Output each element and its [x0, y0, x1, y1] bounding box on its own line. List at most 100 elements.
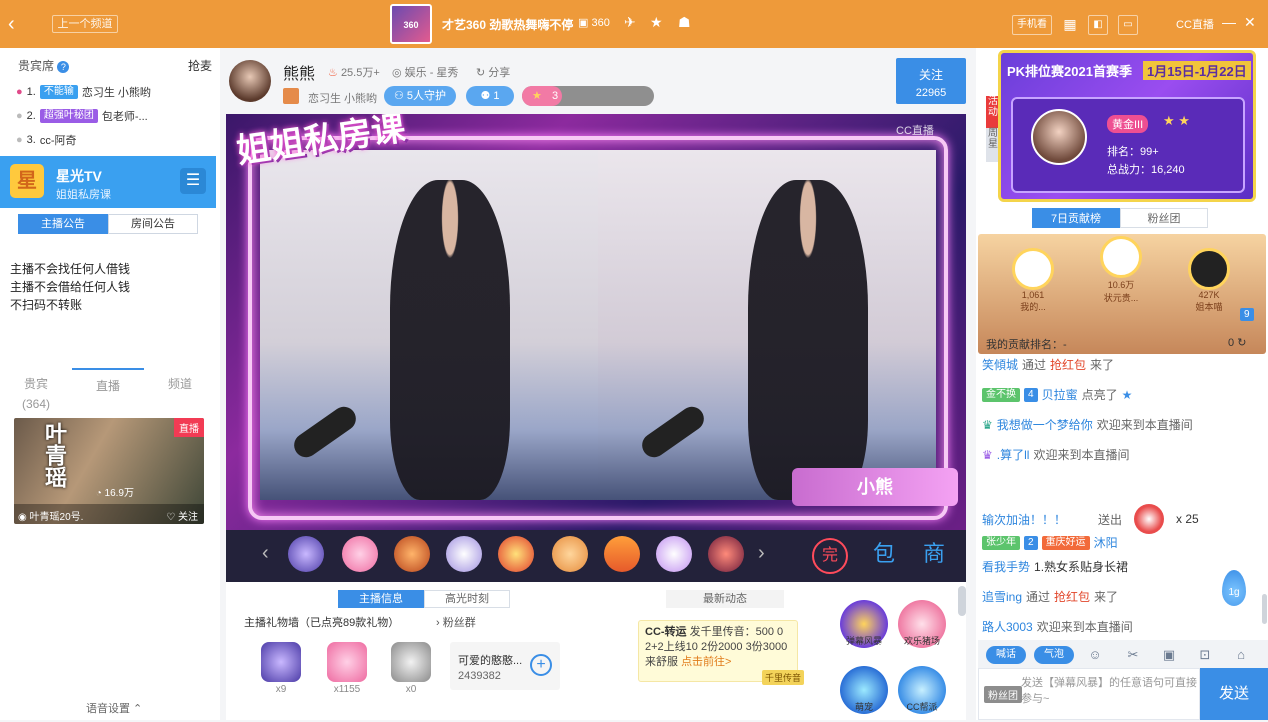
mobile-view-button[interactable]: 手机看: [1012, 15, 1052, 35]
grab-mic-button[interactable]: 抢麦: [188, 57, 212, 74]
fans-group-link[interactable]: › 粉丝群: [436, 614, 476, 630]
gang-button[interactable]: CC帮派: [894, 666, 950, 722]
gift-item[interactable]: [444, 536, 484, 576]
menu-icon[interactable]: ☰: [180, 168, 206, 194]
gift-item[interactable]: [550, 536, 590, 576]
minimize-icon[interactable]: —: [1222, 14, 1236, 30]
shop-button[interactable]: 商: [916, 538, 952, 574]
vip-rank-row[interactable]: ● 3. cc-阿奇: [16, 130, 77, 150]
emoji-icon[interactable]: ☺: [1086, 646, 1104, 664]
play-button[interactable]: 完: [812, 538, 848, 574]
window-icon[interactable]: ◧: [1088, 15, 1108, 35]
star-icon[interactable]: ★: [650, 14, 663, 31]
chat-user[interactable]: 路人3003: [982, 618, 1033, 635]
tab-live-label: 直播: [95, 379, 120, 393]
tab-7day[interactable]: 7日贡献榜: [1032, 208, 1120, 228]
name-plate: 小熊: [792, 468, 958, 506]
star-tv-banner[interactable]: 星 星光TV 姐姐私房课 ☰: [0, 156, 216, 208]
send-button[interactable]: 发送: [1200, 668, 1268, 720]
share-button[interactable]: ↻ 分享: [476, 64, 510, 80]
back-icon[interactable]: ‹: [8, 12, 30, 36]
tab-anchor-notice[interactable]: 主播公告: [18, 214, 108, 234]
gift-wall-item[interactable]: x9: [258, 642, 304, 698]
tab-anchor-info[interactable]: 主播信息: [338, 590, 424, 608]
podium-item[interactable]: 1,061 我的...: [1000, 248, 1066, 313]
vip-rank-row[interactable]: ● 2. 超强叶秘团 包老师-...: [16, 106, 148, 126]
podium-item[interactable]: 10.6万 状元贵...: [1088, 236, 1154, 304]
tab-room-notice[interactable]: 房间公告: [108, 214, 198, 234]
pk-rank: 排名：99+: [1107, 146, 1159, 158]
close-icon[interactable]: ✕: [1244, 14, 1256, 31]
gift-item[interactable]: [392, 536, 432, 576]
gift-item[interactable]: [602, 536, 642, 576]
grid-icon[interactable]: ▦: [1060, 15, 1080, 35]
chat-badge: 金不换: [982, 387, 1020, 402]
gift-wall-item[interactable]: x0: [388, 642, 434, 698]
add-icon[interactable]: +: [530, 654, 552, 676]
chat-user[interactable]: 输次加油！！！: [982, 511, 1066, 528]
chat-user[interactable]: 贝拉蜜: [1042, 386, 1078, 403]
fan-card[interactable]: 可爱的憨憨... 2439382 +: [450, 642, 560, 690]
tab-channel[interactable]: 频道: [144, 368, 216, 408]
pig-farm-button[interactable]: 欢乐猪场: [894, 600, 950, 656]
gift-item[interactable]: [654, 536, 694, 576]
more-icon[interactable]: ⌂: [1232, 646, 1250, 664]
tab-highlights[interactable]: 高光时刻: [424, 590, 510, 608]
news-more-link[interactable]: 点击前往>: [681, 656, 731, 668]
chat-user[interactable]: 沐阳: [1094, 534, 1118, 551]
chat-user[interactable]: 笑傾城: [982, 356, 1018, 373]
danmu-label: 弹幕风暴: [845, 636, 882, 646]
gift-wall-item[interactable]: x1155: [324, 642, 370, 698]
vip-rank-row[interactable]: ● 1. 不能输 恋习生 小熊哟: [16, 82, 151, 102]
fans-button[interactable]: ⚉ 1: [466, 86, 514, 106]
pk-banner[interactable]: PK排位赛2021首赛季 1月15日-1月22日 黄金III ★ ★ 排名：99…: [998, 50, 1256, 202]
chat-scrollbar[interactable]: [1262, 594, 1267, 624]
pet-button[interactable]: 萌宠: [836, 666, 892, 722]
image-icon[interactable]: ▣: [1160, 646, 1178, 664]
collapse-icon[interactable]: ▭: [1118, 15, 1138, 35]
gift-item[interactable]: [286, 536, 326, 576]
thumb-follow-button[interactable]: ♡ 关注: [166, 508, 198, 523]
prev-channel-button[interactable]: 上一个频道: [52, 15, 118, 33]
help-icon[interactable]: ?: [57, 61, 70, 73]
voice-settings-button[interactable]: 语音设置 ⌃: [86, 700, 142, 716]
chat-user[interactable]: 追雪ing: [982, 588, 1022, 605]
users-icon[interactable]: ☗: [678, 14, 691, 31]
chat-redpacket[interactable]: 抢红包: [1050, 356, 1086, 373]
lock-icon[interactable]: ⊡: [1196, 646, 1214, 664]
refresh-icon[interactable]: ↻: [1237, 337, 1246, 349]
gift-drop-icon[interactable]: 1g: [1222, 570, 1246, 606]
chat-redpacket[interactable]: 抢红包: [1054, 588, 1090, 605]
podium-value: 427K: [1198, 290, 1220, 300]
gift-item[interactable]: [340, 536, 380, 576]
shout-button[interactable]: 喊话: [986, 646, 1026, 664]
level-bar[interactable]: ★ 3: [522, 86, 654, 106]
podium-item[interactable]: 427K 姐本喵: [1176, 248, 1242, 313]
video-player[interactable]: 姐姐私房课 CC直播 小熊: [226, 114, 966, 530]
chat-user[interactable]: 看我手势: [982, 558, 1030, 575]
chat-text: 欢迎来到本直播间: [1096, 418, 1193, 432]
anchor-avatar[interactable]: [229, 60, 271, 102]
category-link[interactable]: ◎ 娱乐 - 星秀: [392, 64, 458, 80]
fans-club-badge[interactable]: 粉丝团: [984, 686, 1022, 703]
danmu-storm-button[interactable]: 弹幕风暴: [836, 600, 892, 656]
plane-icon[interactable]: ✈: [624, 14, 636, 31]
bag-button[interactable]: 包: [866, 538, 902, 574]
bubble-button[interactable]: 气泡: [1034, 646, 1074, 664]
channel-logo[interactable]: 360: [390, 4, 432, 44]
chat-user[interactable]: 我想做一个梦给你: [997, 416, 1093, 433]
live-thumbnail[interactable]: 直播 叶青瑶 ◔ 16.9万 ◉ 叶青瑶20号. ♡ 关注: [14, 418, 204, 524]
video-right-scene: [598, 150, 936, 500]
lower-scrollbar[interactable]: [958, 586, 966, 616]
next-gifts-icon[interactable]: ›: [758, 542, 765, 565]
tab-vip[interactable]: 贵宾 (364): [0, 368, 72, 411]
chat-user[interactable]: .算了ll: [997, 446, 1030, 463]
follow-button[interactable]: 关注 22965: [896, 58, 966, 104]
guard-button[interactable]: ⚇ 5人守护: [384, 86, 456, 106]
gift-item[interactable]: [496, 536, 536, 576]
tab-fans-club[interactable]: 粉丝团: [1120, 208, 1208, 228]
tab-live[interactable]: 直播: [72, 368, 144, 408]
prev-gifts-icon[interactable]: ‹: [262, 542, 269, 565]
scissors-icon[interactable]: ✂: [1124, 646, 1142, 664]
gift-item[interactable]: [706, 536, 746, 576]
